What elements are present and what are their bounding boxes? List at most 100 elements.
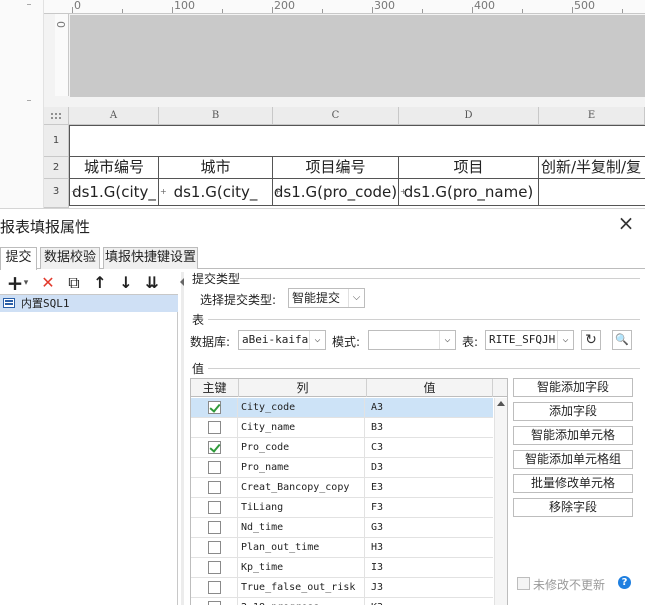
table-row[interactable]: City_name B3: [191, 418, 493, 438]
cell-e2[interactable]: 创新/半复制/复: [539, 157, 645, 179]
primary-key-checkbox[interactable]: [208, 501, 221, 514]
add-field-button[interactable]: 添加字段: [513, 402, 633, 421]
schema-label: 模式:: [332, 335, 361, 349]
primary-key-checkbox[interactable]: [208, 521, 221, 534]
column-name-cell[interactable]: Nd_time: [239, 518, 365, 538]
grid-select-all[interactable]: [44, 107, 69, 125]
cell-a3[interactable]: + ds1.G(city_: [69, 179, 159, 206]
cell-value-cell[interactable]: F3: [367, 498, 493, 518]
move-bottom-icon[interactable]: ⇊: [141, 272, 163, 294]
column-name-cell[interactable]: 2.18_progress: [239, 598, 365, 605]
column-header-a[interactable]: A: [69, 107, 159, 125]
smart-add-cells-button[interactable]: 智能添加单元格: [513, 426, 633, 445]
submit-type-select[interactable]: 智能提交 ⌵: [288, 288, 365, 308]
move-up-icon[interactable]: ↑: [89, 272, 111, 294]
chevron-down-icon[interactable]: ▾: [20, 272, 32, 294]
primary-key-checkbox[interactable]: [208, 481, 221, 494]
column-name-cell[interactable]: Creat_Bancopy_copy: [239, 478, 365, 498]
table-row[interactable]: Nd_time G3: [191, 518, 493, 538]
column-name-cell[interactable]: True_false_out_risk: [239, 578, 365, 598]
column-name-cell[interactable]: Pro_code: [239, 438, 365, 458]
cell-value-cell[interactable]: B3: [367, 418, 493, 438]
schema-select[interactable]: ⌵: [368, 330, 456, 350]
cell-c2[interactable]: 项目编号: [273, 157, 399, 179]
column-header-c[interactable]: C: [273, 107, 399, 125]
delete-icon[interactable]: ✕: [37, 272, 59, 294]
table-label: 表:: [462, 335, 479, 349]
table-row[interactable]: True_false_out_risk J3: [191, 578, 493, 598]
panel-splitter[interactable]: [180, 272, 184, 605]
report-canvas-area[interactable]: [70, 15, 645, 97]
cell-b3[interactable]: + ds1.G(city_: [159, 179, 273, 206]
tab-data-validation[interactable]: 数据校验: [40, 247, 100, 269]
cell-value-cell[interactable]: H3: [367, 538, 493, 558]
column-name-cell[interactable]: Pro_name: [239, 458, 365, 478]
primary-key-checkbox[interactable]: [208, 401, 221, 414]
vertical-scrollbar[interactable]: [494, 398, 507, 605]
cell-value-cell[interactable]: A3: [367, 398, 493, 418]
cell-value-cell[interactable]: K3: [367, 598, 493, 605]
batch-modify-cells-button[interactable]: 批量修改单元格: [513, 474, 633, 493]
table-select[interactable]: RITE_SFQJH ⌵: [485, 330, 574, 350]
row-header-2[interactable]: 2: [44, 157, 69, 179]
table-row[interactable]: TiLiang F3: [191, 498, 493, 518]
smart-add-cell-group-button[interactable]: 智能添加单元格组: [513, 450, 633, 469]
sql-icon: [3, 298, 15, 308]
collapse-arrow-icon[interactable]: [180, 278, 184, 286]
table-row[interactable]: City_code A3: [191, 398, 493, 418]
row-header-3[interactable]: 3: [44, 179, 69, 208]
database-select[interactable]: aBei-kaifa ⌵: [238, 330, 326, 350]
cell-value-cell[interactable]: D3: [367, 458, 493, 478]
cell-e3[interactable]: [539, 179, 645, 206]
primary-key-checkbox[interactable]: [208, 441, 221, 454]
table-row[interactable]: Pro_name D3: [191, 458, 493, 478]
copy-icon[interactable]: ⧉: [63, 272, 85, 294]
move-down-icon[interactable]: ↓: [115, 272, 137, 294]
cell-a2[interactable]: 城市编号: [69, 157, 159, 179]
column-name-cell[interactable]: City_code: [239, 398, 365, 418]
cell-value-cell[interactable]: C3: [367, 438, 493, 458]
table-row[interactable]: Kp_time I3: [191, 558, 493, 578]
column-name-cell[interactable]: City_name: [239, 418, 365, 438]
cell-value-cell[interactable]: J3: [367, 578, 493, 598]
primary-key-checkbox[interactable]: [208, 461, 221, 474]
submit-list-toolbar: + ▾ ✕ ⧉ ↑ ↓ ⇊: [0, 272, 178, 294]
cell-b2[interactable]: 城市: [159, 157, 273, 179]
primary-key-checkbox[interactable]: [208, 561, 221, 574]
list-item[interactable]: 内置SQL1: [0, 295, 178, 312]
help-icon[interactable]: ?: [618, 576, 631, 589]
row-header-1[interactable]: 1: [44, 125, 69, 157]
database-label: 数据库:: [190, 335, 231, 349]
cell-value-cell[interactable]: E3: [367, 478, 493, 498]
column-header-e[interactable]: E: [539, 107, 645, 125]
cell-c3[interactable]: + ds1.G(pro_code): [273, 179, 399, 206]
remove-field-button[interactable]: 移除字段: [513, 498, 633, 517]
column-name-cell[interactable]: TiLiang: [239, 498, 365, 518]
tab-submit[interactable]: 提交: [0, 247, 37, 270]
primary-key-checkbox[interactable]: [208, 581, 221, 594]
primary-key-checkbox[interactable]: [208, 421, 221, 434]
primary-key-checkbox[interactable]: [208, 541, 221, 554]
primary-key-checkbox[interactable]: [208, 601, 221, 605]
cell-value-cell[interactable]: I3: [367, 558, 493, 578]
scroll-up-icon[interactable]: [497, 401, 505, 406]
table-row[interactable]: 2.18_progressK3: [191, 598, 493, 605]
smart-add-fields-button[interactable]: 智能添加字段: [513, 378, 633, 397]
table-row[interactable]: Pro_code C3: [191, 438, 493, 458]
refresh-icon[interactable]: ↻: [581, 330, 601, 350]
cell-d3[interactable]: + ds1.G(pro_name): [399, 179, 539, 206]
preview-table-icon[interactable]: 🔍: [612, 330, 632, 350]
close-icon[interactable]: ×: [614, 211, 638, 235]
cell-d2[interactable]: 项目: [399, 157, 539, 179]
column-header-b[interactable]: B: [159, 107, 273, 125]
keep-unchanged-checkbox[interactable]: [517, 577, 530, 590]
table-row[interactable]: Creat_Bancopy_copy E3: [191, 478, 493, 498]
column-name-cell[interactable]: Plan_out_time: [239, 538, 365, 558]
cell-a1-merged[interactable]: [69, 125, 645, 157]
column-header-d[interactable]: D: [399, 107, 539, 125]
cell-value-cell[interactable]: G3: [367, 518, 493, 538]
field-mapping-table: 主键 列 值 City_code A3 City_name B3 Pro_code C3 P…: [190, 378, 508, 605]
column-name-cell[interactable]: Kp_time: [239, 558, 365, 578]
table-row[interactable]: Plan_out_time H3: [191, 538, 493, 558]
tab-shortcut-settings[interactable]: 填报快捷键设置: [103, 247, 198, 269]
